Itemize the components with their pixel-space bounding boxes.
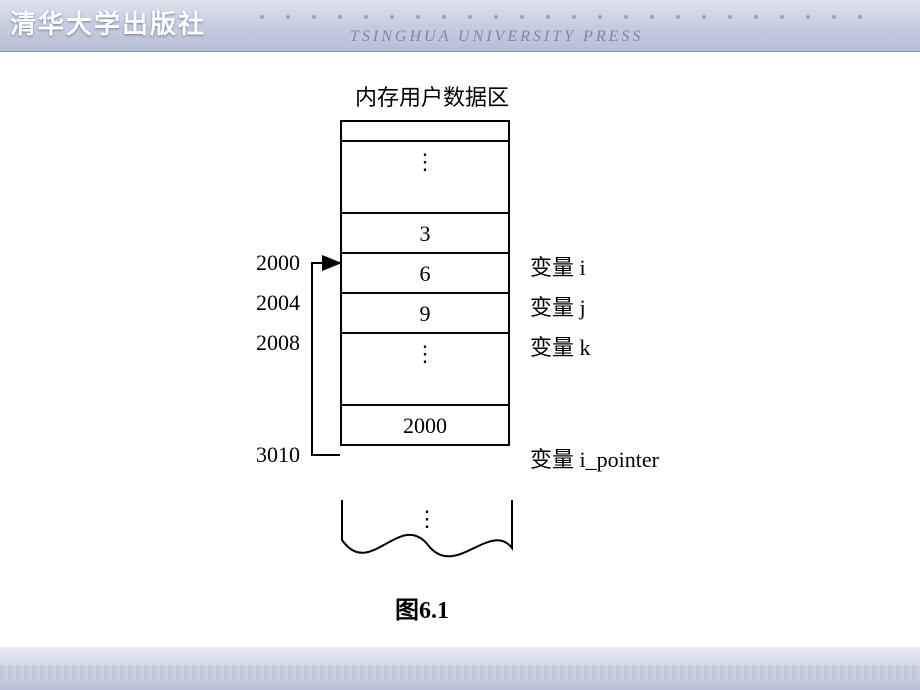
memory-column: ⋮ 3 6 9 ⋮ 2000: [340, 120, 510, 446]
memory-column-torn-bottom: ⋮: [340, 500, 510, 580]
slide-footer: [0, 646, 920, 690]
svg-text:⋮: ⋮: [416, 506, 438, 531]
memory-cell-i: 3: [342, 214, 508, 254]
label-var-ipointer: 变量 i_pointer: [530, 442, 659, 474]
memory-cell-k: 9: [342, 294, 508, 334]
memory-cell-ellipsis-1: ⋮: [342, 142, 508, 214]
memory-cell-ipointer: 2000: [342, 406, 508, 446]
address-ipointer: 3010: [240, 442, 300, 468]
label-var-k: 变量 k: [530, 330, 591, 362]
header-dots: [260, 6, 920, 10]
label-var-j: 变量 j: [530, 290, 586, 322]
publisher-subtitle: TSINGHUA UNIVERSITY PRESS: [350, 28, 643, 46]
pointer-arrow: [300, 120, 350, 500]
address-k: 2008: [240, 330, 300, 356]
diagram-title: 内存用户数据区: [355, 80, 509, 112]
address-j: 2004: [240, 290, 300, 316]
figure-caption: 图6.1: [395, 590, 449, 625]
memory-cell-blank-top: [342, 122, 508, 142]
slide-header: 清华大学出版社 TSINGHUA UNIVERSITY PRESS: [0, 0, 920, 52]
memory-cell-j: 6: [342, 254, 508, 294]
publisher-logo-text: 清华大学出版社: [10, 4, 206, 41]
address-i: 2000: [240, 250, 300, 276]
footer-stripe: [0, 665, 920, 679]
label-var-i: 变量 i: [530, 250, 586, 282]
memory-cell-ellipsis-2: ⋮: [342, 334, 508, 406]
